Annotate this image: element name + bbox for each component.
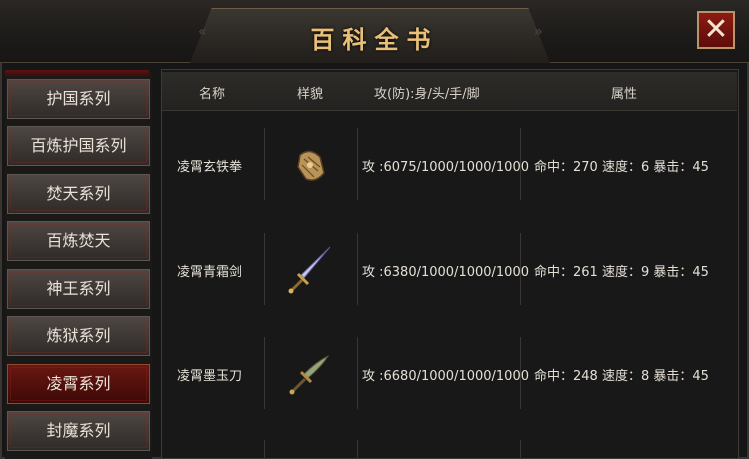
item-name: 凌霄青霜剑 [177, 265, 243, 280]
column-divider [357, 337, 358, 409]
sidebar-item-fentian[interactable]: 焚天系列 [7, 174, 150, 214]
header-name: 名称 [199, 87, 226, 102]
item-name: 凌霄玄铁拳 [177, 160, 243, 175]
item-name: 凌霄墨玉刀 [177, 369, 243, 384]
item-attack: 攻 :6680/1000/1000/1000 [362, 369, 529, 384]
close-button[interactable]: ✕ [697, 11, 735, 49]
column-divider [264, 440, 265, 459]
item-attributes: 命中：270 速度：6 暴击：45 [534, 160, 709, 175]
sidebar-item-label: 炼狱系列 [46, 326, 111, 345]
sidebar-item-label: 焚天系列 [46, 184, 111, 203]
blade-icon [289, 354, 330, 395]
sword-icon [288, 246, 331, 294]
column-divider [357, 128, 358, 200]
column-divider [520, 337, 521, 409]
sidebar-item-label: 百炼焚天 [46, 231, 111, 250]
sidebar-item-bailian-huguo[interactable]: 百炼护国系列 [7, 126, 150, 166]
sidebar-item-label: 凌霄系列 [46, 374, 111, 393]
sidebar-item-bailian-fentian[interactable]: 百炼焚天 [7, 221, 150, 261]
column-divider [264, 233, 265, 305]
item-attributes: 命中：261 速度：9 暴击：45 [534, 265, 709, 280]
close-icon: ✕ [703, 12, 729, 47]
sidebar-item-huguo[interactable]: 护国系列 [7, 79, 150, 119]
sidebar-item-lianyu[interactable]: 炼狱系列 [7, 316, 150, 356]
column-divider [264, 337, 265, 409]
header-appearance: 样貌 [297, 87, 324, 102]
item-attack: 攻 :6380/1000/1000/1000 [362, 265, 529, 280]
column-divider [520, 440, 521, 459]
sidebar-item-label: 百炼护国系列 [30, 136, 127, 155]
sidebar-item-label: 封魔系列 [46, 421, 111, 440]
item-attributes: 命中：248 速度：8 暴击：45 [534, 369, 709, 384]
column-divider [520, 233, 521, 305]
sidebar-item-label: 护国系列 [46, 89, 111, 108]
sidebar-scroll-top [5, 70, 149, 76]
sidebar-item-fengmo[interactable]: 封魔系列 [7, 411, 150, 451]
column-divider [357, 233, 358, 305]
column-divider [357, 440, 358, 459]
header-attributes: 属性 [611, 87, 638, 102]
sidebar-item-shenwang[interactable]: 神王系列 [7, 269, 150, 309]
header-attack: 攻(防):身/头/手/脚 [374, 87, 480, 102]
window-title: 百科全书 [310, 25, 439, 54]
column-divider [264, 128, 265, 200]
sidebar-item-lingxiao[interactable]: 凌霄系列 [7, 364, 150, 404]
item-attack: 攻 :6075/1000/1000/1000 [362, 160, 529, 175]
sidebar-item-label: 神王系列 [46, 279, 111, 298]
gauntlet-icon [297, 150, 325, 181]
column-divider [520, 128, 521, 200]
